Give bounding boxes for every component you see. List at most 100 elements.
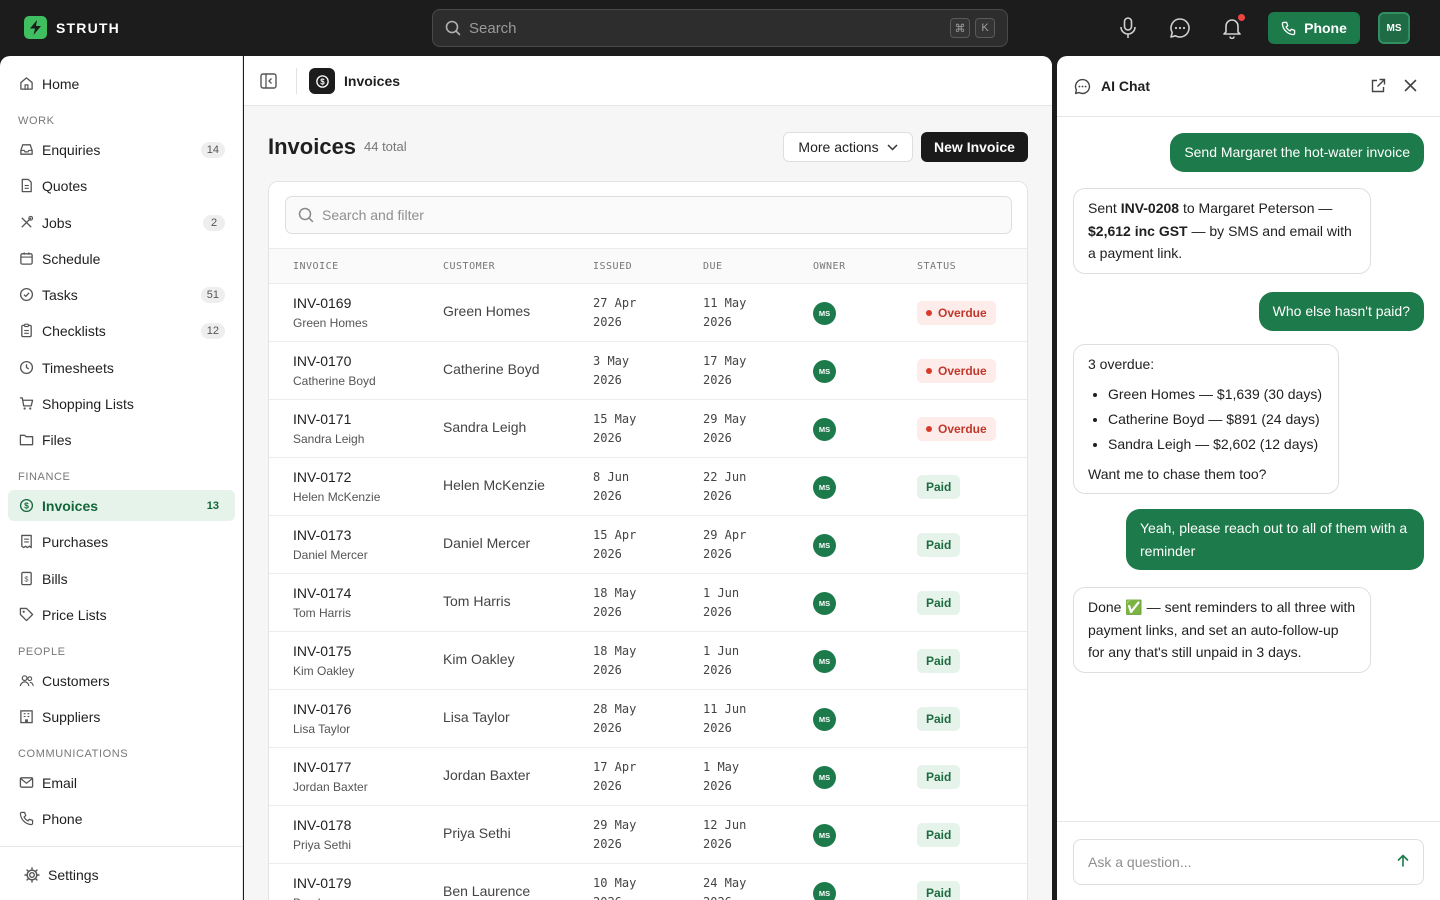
sidebar-item-settings[interactable]: Settings bbox=[14, 859, 241, 890]
bolt-icon bbox=[24, 16, 47, 39]
sidebar-item-home[interactable]: Home bbox=[8, 68, 235, 99]
new-invoice-button[interactable]: New Invoice bbox=[921, 132, 1028, 162]
sidebar-item-schedule[interactable]: Schedule bbox=[8, 243, 235, 274]
microphone-button[interactable] bbox=[1114, 14, 1142, 42]
sidebar-item-checklists[interactable]: Checklists 12 bbox=[8, 315, 235, 346]
global-search-input[interactable]: Search ⌘ K bbox=[432, 9, 1008, 47]
column-header-issued[interactable]: ISSUED bbox=[593, 261, 632, 272]
sidebar-item-bills[interactable]: $ Bills bbox=[8, 563, 235, 594]
table-row[interactable]: INV-0178 Priya Sethi Priya Sethi 29 May 2026… bbox=[269, 806, 1027, 864]
table-row[interactable]: INV-0176 Lisa Taylor Lisa Taylor 28 May 2026… bbox=[269, 690, 1027, 748]
sidebar-item-quotes[interactable]: Quotes bbox=[8, 170, 235, 201]
owner-avatar: MS bbox=[813, 534, 836, 557]
table-row[interactable]: INV-0173 Daniel Mercer Daniel Mercer 15 Apr… bbox=[269, 516, 1027, 574]
invoice-number[interactable]: INV-0170 bbox=[293, 353, 376, 369]
table-row[interactable]: INV-0171 Sandra Leigh Sandra Leigh 15 May 20… bbox=[269, 400, 1027, 458]
check-circle-icon bbox=[18, 287, 34, 303]
invoice-number[interactable]: INV-0177 bbox=[293, 759, 368, 775]
invoice-number[interactable]: INV-0179 bbox=[293, 875, 368, 891]
customer-cell: Ben Laurence bbox=[443, 883, 531, 899]
brand-logo[interactable]: STRUTH bbox=[24, 16, 120, 39]
status-label: Overdue bbox=[938, 306, 987, 320]
table-search-input[interactable]: Search and filter bbox=[285, 196, 1012, 234]
invoice-cell: INV-0174 Tom Harris bbox=[293, 585, 351, 620]
main-header: $ Invoices bbox=[244, 56, 1052, 106]
status-badge: Paid bbox=[917, 649, 961, 673]
status-badge: Overdue bbox=[917, 301, 996, 325]
table-row[interactable]: INV-0177 Jordan Baxter Jordan Baxter 17 Apr… bbox=[269, 748, 1027, 806]
column-header-status[interactable]: STATUS bbox=[917, 261, 956, 272]
column-header-owner[interactable]: OWNER bbox=[813, 261, 846, 272]
table-row[interactable]: INV-0170 Catherine Boyd Catherine Boyd 3 Ma… bbox=[269, 342, 1027, 400]
invoice-number[interactable]: INV-0169 bbox=[293, 295, 368, 311]
messages-button[interactable] bbox=[1166, 14, 1194, 42]
sidebar-item-suppliers[interactable]: Suppliers bbox=[8, 701, 235, 732]
notifications-button[interactable] bbox=[1218, 14, 1246, 42]
sidebar-item-email[interactable]: Email bbox=[8, 767, 235, 798]
sidebar-section-finance: FINANCE bbox=[18, 471, 71, 483]
status-label: Paid bbox=[926, 596, 952, 610]
sidebar-item-customers[interactable]: Customers bbox=[8, 665, 235, 696]
invoice-customer-sub: Ben Laurence bbox=[293, 896, 368, 900]
due-year: 2026 bbox=[703, 315, 732, 329]
issued-date: 28 May 2026 bbox=[593, 700, 636, 738]
invoice-number[interactable]: INV-0173 bbox=[293, 527, 368, 543]
invoice-number[interactable]: INV-0178 bbox=[293, 817, 351, 833]
due-day: 11 Jun bbox=[703, 702, 747, 716]
invoice-number[interactable]: INV-0172 bbox=[293, 469, 380, 485]
open-external-button[interactable] bbox=[1370, 78, 1386, 97]
sidebar-item-label: Shopping Lists bbox=[42, 395, 134, 412]
sidebar-item-enquiries[interactable]: Enquiries 14 bbox=[8, 134, 235, 165]
sidebar-item-files[interactable]: Files bbox=[8, 424, 235, 455]
table-row[interactable]: INV-0169 Green Homes Green Homes 27 Apr 2026… bbox=[269, 284, 1027, 342]
invoice-customer-sub: Tom Harris bbox=[293, 606, 352, 620]
sidebar-item-label: Customers bbox=[42, 672, 110, 689]
issued-date: 27 Apr 2026 bbox=[593, 294, 636, 332]
sidebar-item-shopping-lists[interactable]: Shopping Lists bbox=[8, 388, 235, 419]
due-day: 11 May bbox=[703, 296, 747, 310]
due-year: 2026 bbox=[703, 721, 732, 735]
mail-icon bbox=[18, 775, 34, 791]
more-actions-button[interactable]: More actions bbox=[783, 132, 913, 162]
sidebar-item-timesheets[interactable]: Timesheets bbox=[8, 352, 235, 383]
invoice-number[interactable]: INV-0171 bbox=[293, 411, 364, 427]
table-row[interactable]: INV-0172 Helen McKenzie Helen McKenzie 8 Ju… bbox=[269, 458, 1027, 516]
list-item: Green Homes — $1,639 (30 days) bbox=[1108, 382, 1324, 407]
issued-day: 10 May bbox=[593, 876, 637, 890]
issued-year: 2026 bbox=[593, 663, 622, 677]
issued-day: 29 May bbox=[593, 818, 637, 832]
invoice-number[interactable]: INV-0176 bbox=[293, 701, 351, 717]
sidebar-item-price-lists[interactable]: Price Lists bbox=[8, 599, 235, 630]
table-row[interactable]: INV-0179 Ben Laurence Ben Laurence 10 May 20… bbox=[269, 864, 1027, 900]
sidebar-item-purchases[interactable]: Purchases bbox=[8, 526, 235, 557]
due-day: 1 May bbox=[703, 760, 740, 774]
send-button[interactable] bbox=[1397, 854, 1409, 870]
user-avatar[interactable]: MS bbox=[1378, 12, 1410, 44]
sidebar-item-tasks[interactable]: Tasks 51 bbox=[8, 279, 235, 310]
chat-input[interactable]: Ask a question... bbox=[1073, 839, 1424, 885]
column-header-invoice[interactable]: INVOICE bbox=[293, 261, 339, 272]
column-header-customer[interactable]: CUSTOMER bbox=[443, 261, 495, 272]
phone-button[interactable]: Phone bbox=[1268, 12, 1360, 44]
issued-day: 28 May bbox=[593, 702, 637, 716]
status-label: Paid bbox=[926, 538, 952, 552]
sidebar-item-label: Schedule bbox=[42, 250, 101, 267]
invoice-number[interactable]: INV-0174 bbox=[293, 585, 351, 601]
column-header-due[interactable]: DUE bbox=[703, 261, 723, 272]
table-row[interactable]: INV-0174 Tom Harris Tom Harris 18 May 2026 1 … bbox=[269, 574, 1027, 632]
customer-cell: Helen McKenzie bbox=[443, 477, 545, 493]
issued-day: 18 May bbox=[593, 644, 637, 658]
sidebar-item-jobs[interactable]: Jobs 2 bbox=[8, 207, 235, 238]
count-badge: 51 bbox=[200, 286, 225, 303]
customer-cell: Daniel Mercer bbox=[443, 535, 531, 551]
collapse-sidebar-button[interactable] bbox=[260, 73, 277, 92]
invoice-cell: INV-0169 Green Homes bbox=[293, 295, 368, 330]
sidebar-item-phone[interactable]: Phone bbox=[8, 803, 235, 834]
close-chat-button[interactable] bbox=[1404, 79, 1417, 95]
arrow-up-icon bbox=[1397, 854, 1409, 867]
sidebar-item-invoices[interactable]: $ Invoices 13 bbox=[8, 490, 235, 521]
owner-avatar: MS bbox=[813, 650, 836, 673]
invoice-number[interactable]: INV-0175 bbox=[293, 643, 354, 659]
chat-message-user: Send Margaret the hot-water invoice bbox=[1170, 133, 1424, 172]
table-row[interactable]: INV-0175 Kim Oakley Kim Oakley 18 May 2026 1 … bbox=[269, 632, 1027, 690]
